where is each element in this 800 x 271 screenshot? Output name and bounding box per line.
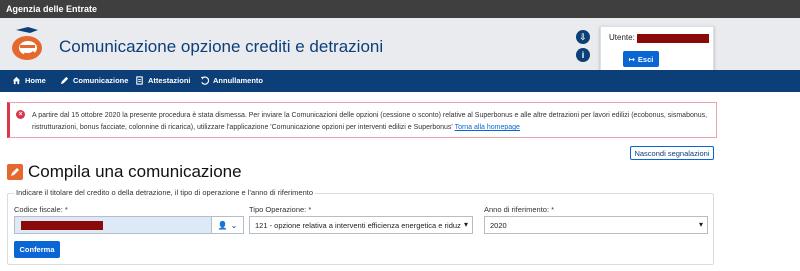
- nav-item-annullamento[interactable]: Annullamento: [200, 76, 263, 85]
- deprecation-alert: × A partire dal 15 ottobre 2020 la prese…: [7, 102, 717, 138]
- pencil-icon: [60, 76, 69, 85]
- codice-fiscale-label: Codice fiscale: *: [14, 205, 68, 214]
- page-title: Compila una comunicazione: [28, 162, 242, 181]
- page-header: Compila una comunicazione: [7, 162, 242, 182]
- top-bar: Agenzia delle Entrate: [0, 0, 800, 18]
- org-name: Agenzia delle Entrate: [6, 4, 98, 14]
- logout-label: Esci: [637, 54, 654, 64]
- app-header: Comunicazione opzione crediti e detrazio…: [0, 18, 800, 81]
- nav-item-home[interactable]: Home: [12, 76, 46, 85]
- user-selector-button[interactable]: 👤 ⌄: [211, 216, 244, 234]
- chevron-down-icon: ▾: [463, 220, 468, 229]
- tipo-operazione-label: Tipo Operazione: *: [249, 205, 312, 214]
- alert-text: A partire dal 15 ottobre 2020 la present…: [32, 112, 708, 131]
- tipo-operazione-select[interactable]: 121 - opzione relativa a interventi effi…: [249, 216, 473, 234]
- nav-label-annullamento: Annullamento: [213, 76, 263, 85]
- nav-label-comunicazione: Comunicazione: [73, 76, 129, 85]
- nav-label-home: Home: [25, 76, 46, 85]
- anno-select[interactable]: 2020 ▾: [484, 216, 708, 234]
- user-icon: 👤: [217, 220, 228, 230]
- download-icon[interactable]: ⇩: [576, 30, 590, 44]
- communication-form: Indicare il titolare del credito o della…: [7, 188, 714, 265]
- homepage-link[interactable]: Torna alla homepage: [455, 124, 520, 131]
- hide-alerts-button[interactable]: Nascondi segnalazioni: [630, 146, 714, 160]
- info-icon[interactable]: i: [576, 48, 590, 62]
- nav-label-attestazioni: Attestazioni: [148, 76, 191, 85]
- app-title: Comunicazione opzione crediti e detrazio…: [59, 37, 384, 56]
- redacted-codice-fiscale: [21, 221, 103, 230]
- home-icon: [12, 76, 21, 85]
- redacted-username: [637, 34, 709, 43]
- document-icon: [136, 76, 143, 85]
- nav-item-attestazioni[interactable]: Attestazioni: [135, 76, 191, 85]
- codice-fiscale-input[interactable]: [14, 216, 212, 234]
- logout-button[interactable]: ↦ Esci: [623, 51, 659, 67]
- main-nav: Home Comunicazione Attestazioni Annullam…: [0, 70, 800, 92]
- confirm-button[interactable]: Conferma: [14, 241, 60, 258]
- user-label: Utente:: [609, 33, 635, 42]
- agenzia-logo-icon: [12, 27, 42, 60]
- tipo-operazione-value: 121 - opzione relativa a interventi effi…: [255, 221, 461, 230]
- chevron-down-icon: ⌄: [230, 220, 238, 230]
- form-legend: Indicare il titolare del credito o della…: [14, 188, 316, 197]
- undo-icon: [200, 76, 209, 85]
- alert-message: A partire dal 15 ottobre 2020 la present…: [32, 110, 712, 134]
- error-icon: ×: [16, 110, 25, 119]
- anno-value: 2020: [490, 221, 507, 230]
- logout-icon: ↦: [628, 54, 635, 64]
- nav-item-comunicazione[interactable]: Comunicazione: [60, 76, 128, 85]
- chevron-down-icon: ▾: [698, 220, 703, 229]
- anno-label: Anno di riferimento: *: [484, 205, 555, 214]
- edit-icon: [7, 164, 23, 180]
